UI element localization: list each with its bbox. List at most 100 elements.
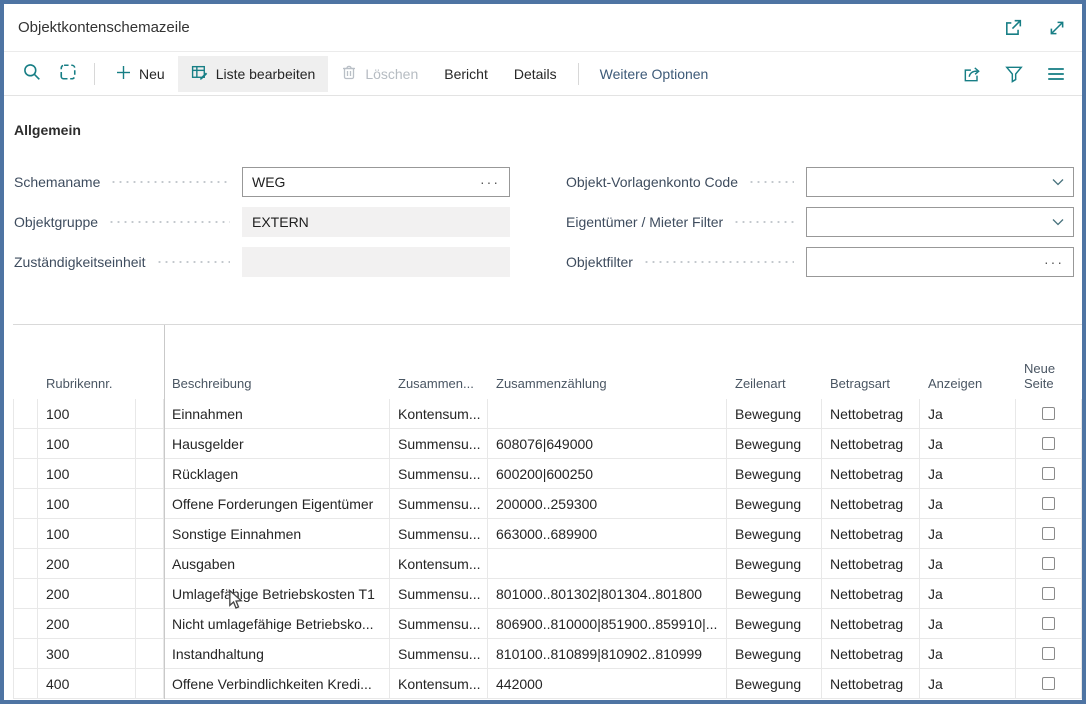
cell-anzeigen[interactable]: Ja — [920, 489, 1016, 518]
cell-zeilenart[interactable]: Bewegung — [727, 399, 822, 428]
cell-beschreibung[interactable]: Umlagefähige Betriebskosten T1 — [164, 579, 390, 608]
cell-anzeigen[interactable]: Ja — [920, 399, 1016, 428]
cell-zusammenzaehlung[interactable]: 600200|600250 — [488, 459, 727, 488]
new-button[interactable]: Neu — [103, 56, 178, 92]
cell-zeilenart[interactable]: Bewegung — [727, 459, 822, 488]
header-zusammenzaehlung[interactable]: Zusammenzählung — [488, 325, 727, 399]
cell-zusammenzaehlung[interactable]: 810100..810899|810902..810999 — [488, 639, 727, 668]
cell-rubrikennr[interactable]: 100 — [38, 429, 136, 458]
cell-betragsart[interactable]: Nettobetrag — [822, 609, 920, 638]
assist-edit-icon[interactable]: ··· — [480, 175, 500, 189]
vorlagenkonto-field[interactable] — [806, 167, 1074, 197]
table-row[interactable]: 100 Offene Forderungen EigentümerSummensu… — [13, 489, 1082, 519]
cell-zusammenzaehlungsart[interactable]: Summensu... — [390, 459, 488, 488]
cell-zusammenzaehlungsart[interactable]: Summensu... — [390, 519, 488, 548]
cell-zeilenart[interactable]: Bewegung — [727, 549, 822, 578]
cell-zusammenzaehlung[interactable]: 801000..801302|801304..801800 — [488, 579, 727, 608]
assist-edit-icon[interactable]: ··· — [1044, 255, 1064, 269]
cell-zusammenzaehlung[interactable]: 608076|649000 — [488, 429, 727, 458]
cell-anzeigen[interactable]: Ja — [920, 639, 1016, 668]
cell-rubrikennr[interactable]: 100 — [38, 489, 136, 518]
cell-zusammenzaehlung[interactable]: 806900..810000|851900..859910|... — [488, 609, 727, 638]
cell-zusammenzaehlungsart[interactable]: Summensu... — [390, 609, 488, 638]
table-row[interactable]: 300InstandhaltungSummensu...810100..8108… — [13, 639, 1082, 669]
neue-seite-checkbox[interactable] — [1042, 437, 1055, 450]
table-row[interactable]: 400Offene Verbindlichkeiten Kredi...Kont… — [13, 669, 1082, 699]
cell-anzeigen[interactable]: Ja — [920, 519, 1016, 548]
neue-seite-checkbox[interactable] — [1042, 497, 1055, 510]
cell-neue-seite[interactable] — [1016, 579, 1082, 608]
cell-zeilenart[interactable]: Bewegung — [727, 609, 822, 638]
header-anzeigen[interactable]: Anzeigen — [920, 325, 1016, 399]
cell-zusammenzaehlungsart[interactable]: Kontensum... — [390, 549, 488, 578]
header-neue-seite[interactable]: Neue Seite — [1016, 325, 1082, 399]
cell-zeilenart[interactable]: Bewegung — [727, 489, 822, 518]
cell-rubrikennr[interactable]: 100 — [38, 519, 136, 548]
cell-zusammenzaehlung[interactable] — [488, 549, 727, 578]
cell-neue-seite[interactable] — [1016, 549, 1082, 578]
cell-neue-seite[interactable] — [1016, 399, 1082, 428]
header-rubrikennr[interactable]: Rubrikennr. — [38, 325, 136, 399]
more-options-button[interactable]: Weitere Optionen — [587, 56, 722, 92]
cell-neue-seite[interactable] — [1016, 639, 1082, 668]
cell-rubrikennr[interactable]: 100 — [38, 399, 136, 428]
table-row[interactable]: 200 AusgabenKontensum... BewegungNettobetr… — [13, 549, 1082, 579]
neue-seite-checkbox[interactable] — [1042, 467, 1055, 480]
cell-zeilenart[interactable]: Bewegung — [727, 669, 822, 698]
chevron-down-icon[interactable] — [1052, 218, 1064, 226]
cell-anzeigen[interactable]: Ja — [920, 459, 1016, 488]
design-mode-button[interactable] — [50, 56, 86, 92]
cell-beschreibung[interactable]: Nicht umlagefähige Betriebsko... — [164, 609, 390, 638]
neue-seite-checkbox[interactable] — [1042, 647, 1055, 660]
header-beschreibung[interactable]: Beschreibung — [164, 325, 390, 399]
header-betragsart[interactable]: Betragsart — [822, 325, 920, 399]
cell-beschreibung[interactable]: Sonstige Einnahmen — [164, 519, 390, 548]
cell-neue-seite[interactable] — [1016, 489, 1082, 518]
cell-betragsart[interactable]: Nettobetrag — [822, 519, 920, 548]
cell-zusammenzaehlung[interactable]: 442000 — [488, 669, 727, 698]
cell-beschreibung[interactable]: Hausgelder — [164, 429, 390, 458]
cell-rubrikennr[interactable]: 400 — [38, 669, 136, 698]
chevron-down-icon[interactable] — [1052, 178, 1064, 186]
header-zusammenzaehlungsart[interactable]: Zusammen... — [390, 325, 488, 399]
objektfilter-field[interactable]: ··· — [806, 247, 1074, 277]
cell-betragsart[interactable]: Nettobetrag — [822, 639, 920, 668]
cell-zusammenzaehlungsart[interactable]: Kontensum... — [390, 669, 488, 698]
neue-seite-checkbox[interactable] — [1042, 677, 1055, 690]
cell-zeilenart[interactable]: Bewegung — [727, 579, 822, 608]
cell-neue-seite[interactable] — [1016, 459, 1082, 488]
cell-anzeigen[interactable]: Ja — [920, 549, 1016, 578]
neue-seite-checkbox[interactable] — [1042, 407, 1055, 420]
cell-zusammenzaehlungsart[interactable]: Summensu... — [390, 429, 488, 458]
schemaname-field[interactable]: WEG ··· — [242, 167, 510, 197]
search-button[interactable] — [14, 56, 50, 92]
cell-beschreibung[interactable]: Einnahmen — [164, 399, 390, 428]
cell-rubrikennr[interactable]: 200 — [38, 579, 136, 608]
cell-rubrikennr[interactable]: 200 — [38, 549, 136, 578]
table-row[interactable]: 100HausgelderSummensu...608076|649000Bew… — [13, 429, 1082, 459]
cell-betragsart[interactable]: Nettobetrag — [822, 669, 920, 698]
cell-beschreibung[interactable]: Offene Forderungen Eigentümer — [164, 489, 390, 518]
cell-rubrikennr[interactable]: 200 — [38, 609, 136, 638]
cell-betragsart[interactable]: Nettobetrag — [822, 399, 920, 428]
cell-neue-seite[interactable] — [1016, 609, 1082, 638]
neue-seite-checkbox[interactable] — [1042, 527, 1055, 540]
filter-icon[interactable] — [1004, 64, 1024, 84]
cell-neue-seite[interactable] — [1016, 519, 1082, 548]
cell-anzeigen[interactable]: Ja — [920, 429, 1016, 458]
cell-neue-seite[interactable] — [1016, 429, 1082, 458]
cell-zusammenzaehlungsart[interactable]: Summensu... — [390, 489, 488, 518]
show-list-icon[interactable] — [1046, 64, 1066, 84]
cell-betragsart[interactable]: Nettobetrag — [822, 549, 920, 578]
cell-anzeigen[interactable]: Ja — [920, 579, 1016, 608]
cell-zusammenzaehlungsart[interactable]: Kontensum... — [390, 399, 488, 428]
delete-button[interactable]: Löschen — [328, 56, 431, 92]
cell-betragsart[interactable]: Nettobetrag — [822, 459, 920, 488]
cell-zeilenart[interactable]: Bewegung — [727, 639, 822, 668]
cell-zusammenzaehlungsart[interactable]: Summensu... — [390, 579, 488, 608]
cell-zusammenzaehlungsart[interactable]: Summensu... — [390, 639, 488, 668]
open-in-new-window-icon[interactable] — [1004, 19, 1022, 37]
eigentuemer-mieter-field[interactable] — [806, 207, 1074, 237]
cell-beschreibung[interactable]: Ausgaben — [164, 549, 390, 578]
table-row[interactable]: 200 Nicht umlagefähige Betriebsko...Summe… — [13, 609, 1082, 639]
